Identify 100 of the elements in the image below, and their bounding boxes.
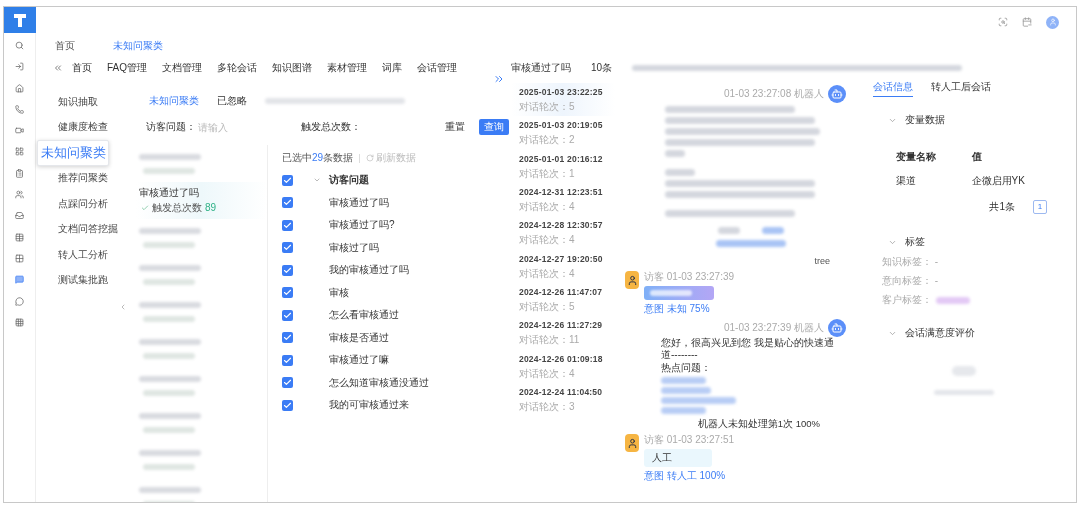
nav-tab[interactable]: FAQ管理 xyxy=(107,62,147,74)
chat-icon[interactable] xyxy=(15,275,24,285)
checkbox[interactable] xyxy=(282,264,293,276)
check-icon xyxy=(141,204,149,212)
refresh-icon xyxy=(366,154,375,162)
tree-item: 审核 xyxy=(329,286,349,299)
checkbox[interactable] xyxy=(282,354,293,366)
submenu-item[interactable]: 转人工分析 xyxy=(41,242,131,268)
section-title: 变量数据 xyxy=(905,114,945,126)
scroll-left-icon[interactable] xyxy=(53,63,63,73)
message-meta: 访客 01-03 23:27:39 xyxy=(644,271,735,283)
blurred-text xyxy=(715,240,786,247)
checkbox[interactable] xyxy=(282,219,293,231)
tree-item: 怎么看审核通过 xyxy=(329,309,399,322)
video-icon[interactable] xyxy=(15,126,24,136)
session-item[interactable]: 2024-12-26 01:09:18 对话轮次：4 xyxy=(511,349,615,383)
tag-field: 知识标签： - xyxy=(882,256,939,268)
field-label: 触发总次数： xyxy=(301,121,361,133)
avatar-icon[interactable] xyxy=(1046,15,1059,29)
column-header: 值 xyxy=(971,151,983,163)
submenu-item[interactable]: 知识抽取 xyxy=(41,89,131,115)
message-icon[interactable] xyxy=(15,296,24,306)
session-title: 审核通过了吗 xyxy=(511,62,571,74)
grid-icon[interactable] xyxy=(15,147,24,157)
breadcrumb-link[interactable]: 未知问聚类 xyxy=(113,40,163,52)
grid-icon[interactable] xyxy=(15,253,24,263)
search-field[interactable]: 请输入 xyxy=(196,118,286,136)
section-title: 会话满意度评价 xyxy=(905,327,975,339)
session-item[interactable]: 2024-12-31 12:23:51 对话轮次：4 xyxy=(511,182,615,217)
checkbox[interactable] xyxy=(282,332,293,344)
clipboard-icon[interactable] xyxy=(15,168,24,178)
nav-tab[interactable]: 素材管理 xyxy=(327,62,367,74)
checkbox[interactable] xyxy=(282,197,293,209)
submenu-item[interactable]: 未知问聚类 xyxy=(37,140,109,166)
section-title: 标签 xyxy=(905,236,925,248)
checkbox[interactable] xyxy=(282,377,293,389)
nav-tab[interactable]: 词库 xyxy=(382,62,402,74)
checkbox[interactable] xyxy=(282,242,293,254)
submenu-item[interactable]: 健康度检查 xyxy=(41,114,131,140)
column-header: 变量名称 xyxy=(896,151,937,163)
blurred-text xyxy=(661,407,706,414)
page-button[interactable]: 1 xyxy=(1033,200,1047,214)
handling-note: 机器人未知处理第1次 100% xyxy=(697,418,820,430)
users-icon[interactable] xyxy=(15,190,24,200)
nav-tab[interactable]: 首页 xyxy=(72,62,92,74)
submenu-item[interactable]: 测试集批跑 xyxy=(41,267,131,293)
search-icon[interactable] xyxy=(15,41,24,50)
submenu-item[interactable]: 点踩问分析 xyxy=(41,191,131,217)
submenu-item[interactable]: 推荐问聚类 xyxy=(41,165,131,191)
field-label: 访客问题： xyxy=(146,121,196,133)
query-button[interactable]: 查询 xyxy=(479,119,509,135)
phone-icon[interactable] xyxy=(15,104,24,114)
total-count: 共1条 xyxy=(989,201,1015,213)
checkbox[interactable] xyxy=(282,399,293,411)
session-item[interactable]: 2024-12-28 12:30:57 对话轮次：4 xyxy=(511,216,615,250)
table-cell-text: 企微启用YK xyxy=(971,175,1026,187)
info-tab[interactable]: 会话信息 xyxy=(873,81,913,97)
submenu-item[interactable]: 文档问答挖掘 xyxy=(41,216,131,242)
tree-header: 访客问题 xyxy=(329,174,369,187)
message-bubble xyxy=(644,286,714,300)
breadcrumb-link[interactable]: 首页 xyxy=(55,40,75,52)
message-meta: 01-03 23:27:08 机器人 xyxy=(723,88,824,100)
nav-tab[interactable]: 知识图谱 xyxy=(272,62,312,74)
scan-icon[interactable] xyxy=(998,17,1008,27)
home-icon[interactable] xyxy=(15,83,24,93)
table-cell-text: 渠道 xyxy=(896,175,917,187)
tab[interactable]: 已忽略 xyxy=(217,95,247,107)
tree-item: 审核通过了吗? xyxy=(329,219,395,232)
message-bubble: 人工 xyxy=(644,449,712,467)
session-item[interactable]: 2025-01-03 20:19:05 对话轮次：2 xyxy=(511,116,615,150)
info-tab[interactable]: 转人工后会话 xyxy=(931,81,991,97)
table-icon[interactable] xyxy=(15,232,24,242)
session-item[interactable]: 2024-12-26 11:47:07 对话轮次：5 xyxy=(511,282,615,317)
checkbox[interactable] xyxy=(282,174,293,186)
scroll-right-icon[interactable] xyxy=(493,73,505,85)
nav-tab[interactable]: 会话管理 xyxy=(417,62,457,74)
login-icon[interactable] xyxy=(15,62,24,72)
tree-item: 怎么知道审核通没通过 xyxy=(329,376,429,389)
calendar-icon[interactable] xyxy=(1022,17,1032,27)
reset-button[interactable]: 重置 xyxy=(445,121,465,133)
inbox-icon[interactable] xyxy=(15,211,24,221)
nav-tab[interactable]: 文档管理 xyxy=(162,62,202,74)
logo-icon xyxy=(4,7,36,33)
robot-avatar xyxy=(828,85,846,103)
blurred-text xyxy=(661,387,711,394)
visitor-avatar xyxy=(625,434,639,452)
note-text: tree xyxy=(814,255,830,267)
visitor-avatar xyxy=(625,271,639,289)
nav-tab[interactable]: 多轮会话 xyxy=(217,62,257,74)
session-item[interactable]: 2024-12-24 11:04:50 对话轮次：3 xyxy=(511,382,615,416)
session-item[interactable]: 2025-01-01 20:16:12 对话轮次：1 xyxy=(511,149,615,183)
checkbox[interactable] xyxy=(282,287,293,299)
tab[interactable]: 未知问聚类 xyxy=(149,95,199,107)
session-item[interactable]: 2024-12-27 19:20:50 对话轮次：4 xyxy=(511,249,615,283)
apps-icon[interactable] xyxy=(15,317,24,327)
tree-item: 审核通过了嘛 xyxy=(329,354,389,367)
session-item[interactable]: 2024-12-26 11:27:29 对话轮次：11 xyxy=(511,316,615,350)
blurred-text xyxy=(665,169,695,176)
collapse-icon[interactable] xyxy=(119,303,127,311)
checkbox[interactable] xyxy=(282,309,293,321)
